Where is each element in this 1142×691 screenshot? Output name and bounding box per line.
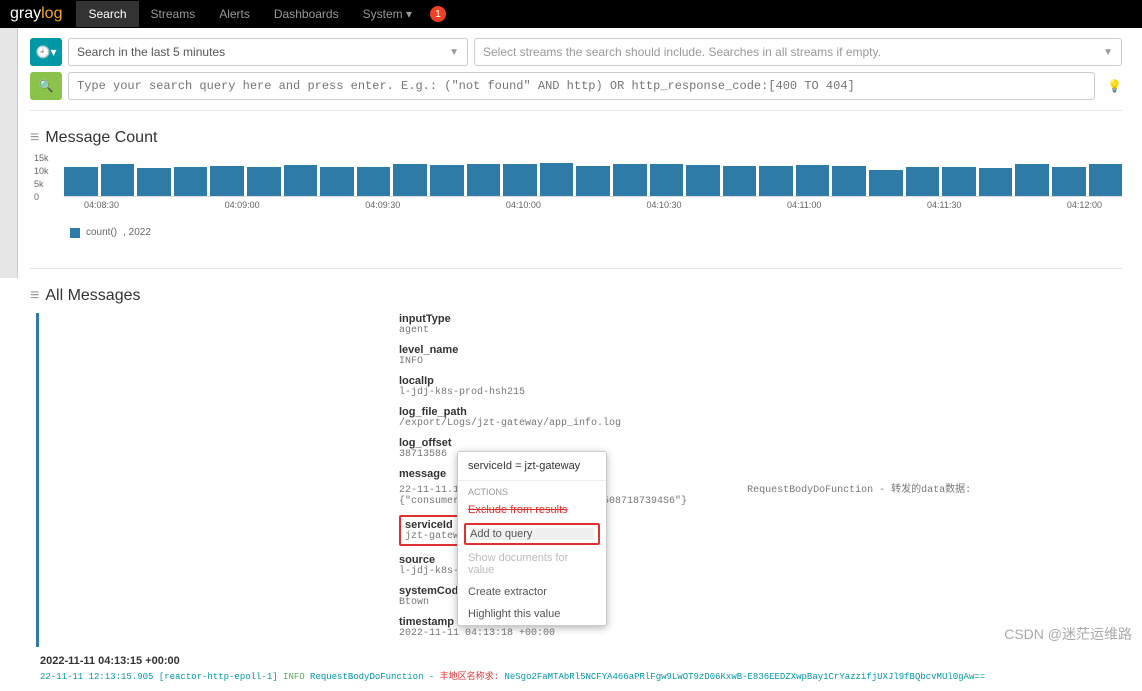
chart-bar[interactable] (284, 165, 318, 196)
nav-alerts[interactable]: Alerts (207, 1, 262, 27)
top-navbar: graylog Search Streams Alerts Dashboards… (0, 0, 1142, 28)
xaxis-tick: 04:08:30 (84, 200, 119, 210)
field-log_file_path-name[interactable]: log_file_path (399, 406, 1122, 418)
chart-bar[interactable] (942, 167, 976, 196)
sidebar-collapsed[interactable] (0, 28, 18, 278)
chart-bar[interactable] (1015, 164, 1049, 196)
nav-system[interactable]: System ▾ (351, 1, 424, 27)
chart-bar[interactable] (613, 164, 647, 196)
watermark: CSDN @迷茫运维路 (1004, 624, 1132, 644)
message-count-title: ≡ Message Count (30, 129, 1122, 147)
chart-bar[interactable] (650, 164, 684, 196)
notification-badge[interactable]: 1 (430, 6, 446, 22)
field-localIp-value[interactable]: l-jdj-k8s-prod-hsh215 (399, 387, 1122, 398)
field-action-dropdown: serviceId = jzt-gateway ACTIONS Exclude … (457, 451, 607, 626)
xaxis-tick: 04:11:30 (927, 200, 961, 210)
logo: graylog (10, 5, 62, 23)
chart-bar[interactable] (320, 167, 354, 196)
chart-yaxis: 15k 10k 5k 0 (34, 153, 49, 202)
chart-bar[interactable] (723, 166, 757, 196)
chart-bar[interactable] (1089, 164, 1123, 196)
chart-bar[interactable] (686, 165, 720, 196)
message-indicator (36, 313, 39, 647)
dropdown-section-label: ACTIONS (458, 481, 606, 499)
chart-bar[interactable] (503, 164, 537, 196)
search-icon: 🔍 (39, 79, 54, 93)
dropdown-highlight[interactable]: Highlight this value (458, 603, 606, 625)
chevron-down-icon: ▼ (1103, 47, 1113, 58)
chart-bar[interactable] (467, 164, 501, 196)
xaxis-tick: 04:10:30 (646, 200, 681, 210)
dropdown-add-to-query[interactable]: Add to query (470, 528, 594, 540)
nav-streams[interactable]: Streams (139, 1, 208, 27)
clock-icon: 🕘▾ (36, 45, 57, 59)
chart-bar[interactable] (247, 167, 281, 196)
time-range-label: Search in the last 5 minutes (77, 45, 225, 59)
xaxis-tick: 04:09:30 (365, 200, 400, 210)
field-inputType-name[interactable]: inputType (399, 313, 1122, 325)
legend-swatch (70, 228, 80, 238)
chart-bar[interactable] (869, 170, 903, 196)
dropdown-show-docs[interactable]: Show documents for value (458, 547, 606, 581)
field-level_name-name[interactable]: level_name (399, 344, 1122, 356)
message-timestamp[interactable]: 2022-11-11 04:13:15 +00:00 (40, 655, 1122, 667)
field-log_file_path-value[interactable]: /export/Logs/jzt-gateway/app_info.log (399, 418, 1122, 429)
hamburger-icon[interactable]: ≡ (30, 129, 39, 147)
hamburger-icon[interactable]: ≡ (30, 287, 39, 305)
xaxis-tick: 04:10:00 (506, 200, 541, 210)
stream-select[interactable]: Select streams the search should include… (474, 38, 1122, 66)
chart-bar[interactable] (357, 167, 391, 196)
chevron-down-icon: ▼ (449, 47, 459, 58)
chart-xaxis: 04:08:30 04:09:00 04:09:30 04:10:00 04:10:30… (64, 200, 1122, 210)
chart-bar[interactable] (1052, 167, 1086, 196)
chart-bars (64, 153, 1122, 197)
chart-bar[interactable] (906, 167, 940, 196)
chart-bar[interactable] (101, 164, 135, 196)
nav-search[interactable]: Search (76, 1, 138, 27)
chart-bar[interactable] (759, 166, 793, 196)
chart-bar[interactable] (430, 165, 464, 196)
xaxis-tick: 04:11:00 (787, 200, 821, 210)
field-level_name-value[interactable]: INFO (399, 356, 1122, 367)
stream-placeholder: Select streams the search should include… (483, 45, 881, 59)
chart-bar[interactable] (979, 168, 1013, 196)
chart-bar[interactable] (137, 168, 171, 196)
message-preview[interactable]: 22-11-11 12:13:15.905 [reactor-http-epol… (40, 669, 1122, 682)
bulb-icon[interactable]: 💡 (1107, 79, 1122, 93)
query-input[interactable] (68, 72, 1095, 100)
chart-bar[interactable] (540, 163, 574, 196)
chart-legend: count(), 2022 (70, 227, 1122, 238)
time-range-button[interactable]: 🕘▾ (30, 38, 62, 66)
field-log_offset-name[interactable]: log_offset (399, 437, 1122, 449)
field-localIp-name[interactable]: localIp (399, 375, 1122, 387)
chart-bar[interactable] (576, 166, 610, 196)
dropdown-create-extractor[interactable]: Create extractor (458, 581, 606, 603)
chart-bar[interactable] (393, 164, 427, 196)
chart-bar[interactable] (832, 166, 866, 196)
dropdown-header: serviceId = jzt-gateway (458, 452, 606, 481)
chart-bar[interactable] (174, 167, 208, 196)
message-count-chart: 15k 10k 5k 0 04:08:3004:09:0004:09:3004:… (64, 153, 1122, 223)
field-inputType-value[interactable]: agent (399, 325, 1122, 336)
dropdown-exclude[interactable]: Exclude from results (458, 499, 606, 521)
chart-bar[interactable] (64, 167, 98, 196)
nav-dashboards[interactable]: Dashboards (262, 1, 351, 27)
chart-bar[interactable] (210, 166, 244, 196)
search-button[interactable]: 🔍 (30, 72, 62, 100)
xaxis-tick: 04:09:00 (225, 200, 260, 210)
add-to-query-highlight: Add to query (464, 523, 600, 545)
chart-bar[interactable] (796, 165, 830, 196)
xaxis-tick: 04:12:00 (1067, 200, 1102, 210)
time-range-select[interactable]: Search in the last 5 minutes ▼ (68, 38, 468, 66)
all-messages-title: ≡ All Messages (30, 287, 1122, 305)
